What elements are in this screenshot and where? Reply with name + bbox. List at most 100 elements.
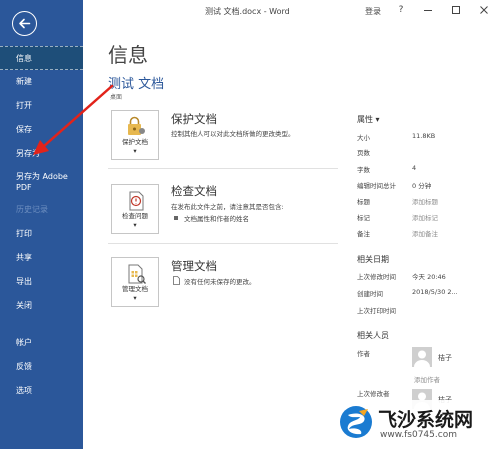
nav-item-account[interactable]: 帐户 <box>0 331 83 355</box>
prop-tags-label: 标记 <box>357 214 370 222</box>
manage-document-caption: 管理文档 ▾ <box>112 285 158 303</box>
check-issues-label: 检查问题 <box>122 212 148 220</box>
chevron-down-icon: ▾ <box>133 221 137 229</box>
created-value: 2018/5/30 2... <box>412 288 458 296</box>
nav-item-label: 新建 <box>16 77 32 86</box>
nav-item-label: 导出 <box>16 277 32 286</box>
restore-button[interactable] <box>449 3 463 17</box>
nav-item-share[interactable]: 共享 <box>0 246 83 270</box>
nav-item-options[interactable]: 选项 <box>0 379 83 403</box>
bullet-icon <box>174 216 178 220</box>
help-button[interactable]: ? <box>394 3 408 17</box>
chevron-down-icon: ▾ <box>133 294 137 302</box>
nav-item-new[interactable]: 新建 <box>0 70 83 94</box>
document-name: 测试 文档 <box>108 77 165 92</box>
nav-item-print[interactable]: 打印 <box>0 222 83 246</box>
protect-document-label: 保护文档 <box>122 138 148 146</box>
last-modified-label: 上次修改时间 <box>357 273 396 281</box>
nav-item-feedback[interactable]: 反馈 <box>0 355 83 379</box>
protect-document-button[interactable]: 保护文档 ▾ <box>111 110 159 160</box>
nav-item-label: 另存为 <box>16 149 40 158</box>
manage-document-icon <box>128 264 146 284</box>
inspect-bullet-text: 文档属性和作者的姓名 <box>184 215 249 223</box>
nav-item-save[interactable]: 保存 <box>0 118 83 142</box>
prop-words-value: 4 <box>412 164 417 172</box>
nav-item-info[interactable]: 信息 <box>0 46 83 70</box>
minimize-icon <box>424 10 432 11</box>
inspect-document-icon <box>129 191 144 211</box>
nav-item-export[interactable]: 导出 <box>0 270 83 294</box>
nav-item-open[interactable]: 打开 <box>0 94 83 118</box>
manage-document-title: 管理文档 <box>171 259 217 273</box>
backstage-sidebar: 信息 新建 打开 保存 另存为 另存为 Adobe PDF 历史记录 打印 共享… <box>0 0 83 449</box>
inspect-document-bullet: 文档属性和作者的姓名 <box>174 213 249 223</box>
prop-edit-time-label: 编辑时间总计 <box>357 182 396 190</box>
prop-comments-input[interactable]: 添加备注 <box>412 228 438 238</box>
author-avatar <box>412 347 432 367</box>
protect-document-description: 控制其他人可以对此文档所做的更改类型。 <box>171 130 295 138</box>
properties-header[interactable]: 属性 ▾ <box>357 114 380 125</box>
document-location: 桌面 <box>110 94 123 101</box>
window-title: 测试 文档.docx - Word <box>205 7 290 16</box>
author-name[interactable]: 桔子 <box>438 353 452 363</box>
divider <box>108 168 338 169</box>
prop-pages-label: 页数 <box>357 149 370 157</box>
related-dates-title: 相关日期 <box>357 255 389 264</box>
nav-item-label: 历史记录 <box>16 205 48 214</box>
login-link[interactable]: 登录 <box>365 6 381 17</box>
person-icon <box>414 350 430 367</box>
prop-comments-label: 备注 <box>357 230 370 238</box>
prop-title-label: 标题 <box>357 198 370 206</box>
last-modified-value: 今天 20:46 <box>412 273 446 281</box>
last-printed-label: 上次打印时间 <box>357 307 396 315</box>
nav-item-label: 信息 <box>16 54 32 63</box>
manage-document-button[interactable]: 管理文档 ▾ <box>111 257 159 307</box>
nav-item-label: 共享 <box>16 253 32 262</box>
nav-item-close[interactable]: 关闭 <box>0 294 83 318</box>
author-label: 作者 <box>357 350 370 358</box>
nav-item-label: 关闭 <box>16 301 32 310</box>
inspect-document-description: 在发布此文件之前，请注意其是否包含: <box>171 203 284 211</box>
back-button[interactable] <box>12 11 37 36</box>
prop-size-label: 大小 <box>357 134 370 142</box>
nav-item-save-as[interactable]: 另存为 <box>0 142 83 166</box>
prop-words-label: 字数 <box>357 166 370 174</box>
lock-document-icon <box>128 116 145 135</box>
prop-edit-time-value: 0 分钟 <box>412 182 432 190</box>
nav-item-label: 打开 <box>16 101 32 110</box>
manage-document-label: 管理文档 <box>122 285 148 293</box>
related-people-title: 相关人员 <box>357 331 389 340</box>
nav-item-label: 另存为 Adobe PDF <box>16 172 68 192</box>
prop-title-input[interactable]: 添加标题 <box>412 196 438 206</box>
nav-item-label: 反馈 <box>16 362 32 371</box>
help-icon: ? <box>398 5 404 15</box>
prop-tags-input[interactable]: 添加标记 <box>412 212 438 222</box>
check-issues-button[interactable]: 检查问题 ▾ <box>111 184 159 234</box>
document-icon <box>173 276 180 285</box>
restore-icon <box>452 6 460 14</box>
chevron-down-icon: ▾ <box>133 147 137 155</box>
inspect-document-title: 检查文档 <box>171 184 217 198</box>
protect-document-caption: 保护文档 ▾ <box>112 138 158 156</box>
nav-item-label: 选项 <box>16 386 32 395</box>
properties-header-label: 属性 <box>357 115 373 124</box>
nav-item-label: 保存 <box>16 125 32 134</box>
page-title: 信息 <box>108 43 148 67</box>
prop-size-value: 11.8KB <box>412 132 436 140</box>
created-label: 创建时间 <box>357 290 383 298</box>
chevron-down-icon: ▾ <box>375 115 380 124</box>
site-logo-icon <box>340 406 372 438</box>
divider <box>108 243 338 244</box>
nav-item-label: 帐户 <box>16 338 32 347</box>
minimize-button[interactable] <box>421 3 435 17</box>
watermark-url: www.fs0745.com <box>380 430 457 440</box>
add-author-link[interactable]: 添加作者 <box>414 374 440 384</box>
watermark-title: 飞沙系统网 <box>378 409 474 431</box>
last-modified-by-label: 上次修改者 <box>357 390 390 398</box>
nav-item-label: 打印 <box>16 229 32 238</box>
nav-item-save-as-pdf[interactable]: 另存为 Adobe PDF <box>0 168 83 196</box>
nav-item-history: 历史记录 <box>0 198 83 222</box>
close-button[interactable] <box>477 3 491 17</box>
back-arrow-icon <box>19 18 31 29</box>
manage-document-description: 没有任何未保存的更改。 <box>184 278 256 286</box>
